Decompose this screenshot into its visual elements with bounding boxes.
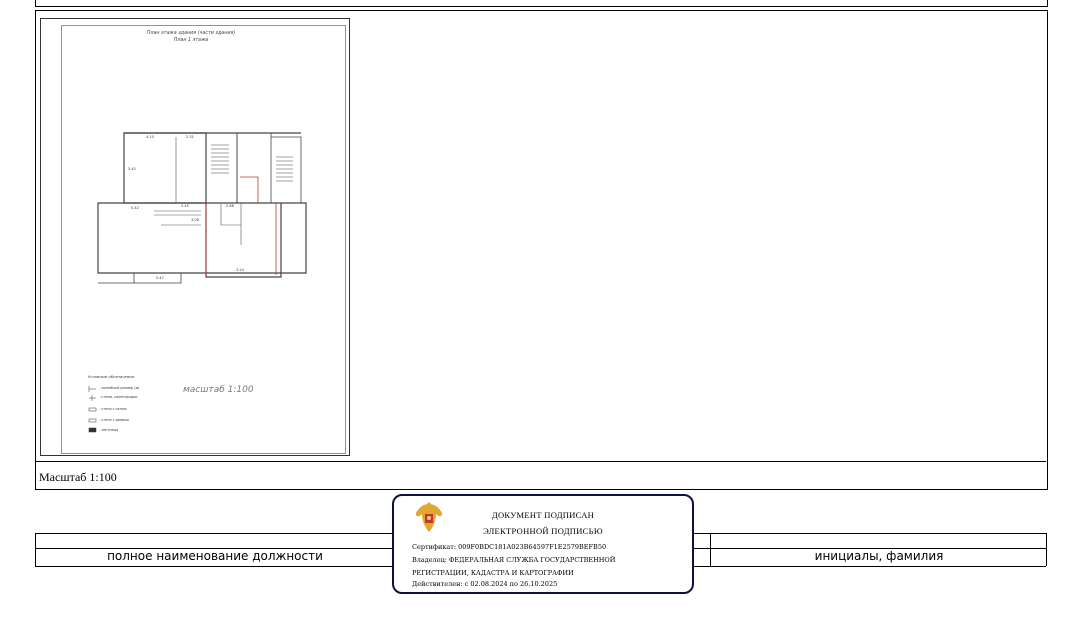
plan-scale-label: масштаб 1:100 — [183, 385, 254, 395]
legend-item: - стена с окном — [99, 407, 127, 411]
legend-title: Условные обозначения — [88, 374, 135, 379]
stamp-valid: Действителен: с 02.08.2024 по 26.10.2025 — [412, 580, 558, 588]
stamp-subtitle: ЭЛЕКТРОННОЙ ПОДПИСЬЮ — [483, 526, 603, 536]
svg-text:2.45: 2.45 — [181, 204, 189, 208]
name-caption: инициалы, фамилия — [814, 549, 944, 563]
scale-caption: Масштаб 1:100 — [39, 470, 117, 484]
legend-item: - стены, перегородки — [99, 395, 138, 399]
signature-divider — [710, 533, 711, 566]
floor-plan-drawing: План этажа здания (части здания) План 1 … — [61, 25, 346, 454]
stamp-owner-cont: РЕГИСТРАЦИИ, КАДАСТРА И КАРТОГРАФИИ — [412, 569, 574, 577]
page-top-frame — [35, 0, 1048, 7]
e-signature-stamp: ДОКУМЕНТ ПОДПИСАН ЭЛЕКТРОННОЙ ПОДПИСЬЮ С… — [392, 494, 694, 594]
stamp-title: ДОКУМЕНТ ПОДПИСАН — [491, 510, 595, 520]
legend-item: - стена с дверью — [99, 418, 129, 422]
position-caption: полное наименование должности — [107, 549, 323, 563]
svg-text:3.08: 3.08 — [191, 218, 199, 222]
stamp-certificate: Сертификат: 009F0BDC181A023B64597F1E2579… — [412, 543, 607, 551]
plan-subtitle: План 1 этажа — [174, 37, 209, 43]
signature-divider — [1046, 533, 1047, 566]
plan-title: План этажа здания (части здания) — [147, 30, 236, 36]
legend-item: - лестница — [99, 428, 118, 432]
svg-text:5.42: 5.42 — [131, 206, 139, 210]
legend-item: - линейный размер (м) — [99, 386, 139, 390]
svg-text:2.31: 2.31 — [186, 135, 194, 139]
svg-text:2.88: 2.88 — [226, 204, 234, 208]
stamp-owner: Владелец: ФЕДЕРАЛЬНАЯ СЛУЖБА ГОСУДАРСТВЕ… — [412, 556, 616, 564]
svg-text:5.42: 5.42 — [128, 167, 136, 171]
svg-text:4.10: 4.10 — [146, 135, 154, 139]
svg-text:3.24: 3.24 — [236, 268, 245, 272]
svg-text:5.47: 5.47 — [156, 276, 164, 280]
signature-divider — [35, 533, 36, 566]
scale-row: Масштаб 1:100 — [35, 461, 1046, 488]
